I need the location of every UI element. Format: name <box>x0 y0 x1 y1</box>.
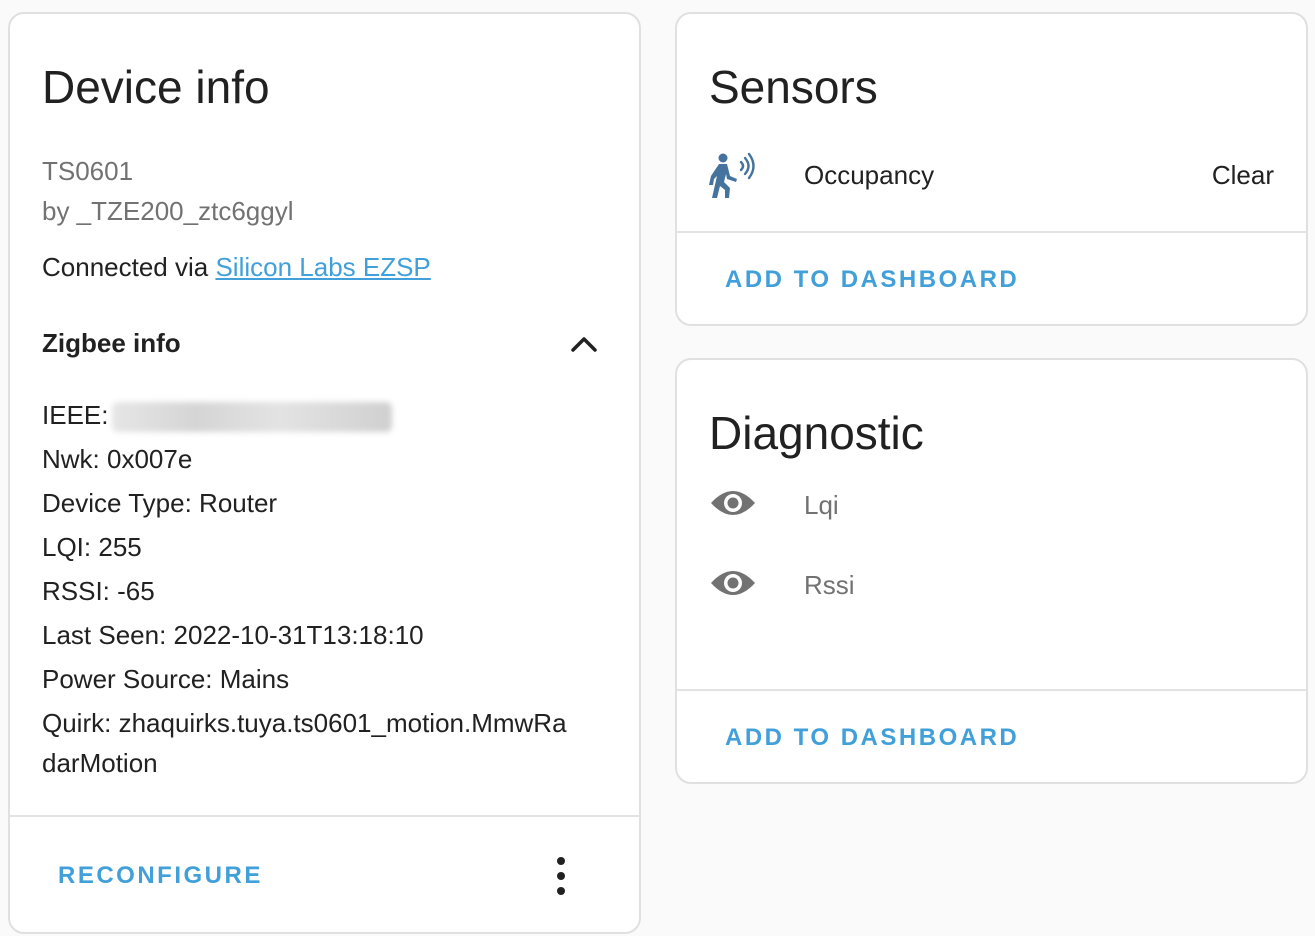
device-model: TS0601 <box>42 156 134 186</box>
add-to-dashboard-button[interactable]: ADD TO DASHBOARD <box>725 724 1019 752</box>
reconfigure-button[interactable]: RECONFIGURE <box>58 862 263 890</box>
device-info-card: Device info TS0601 by _TZE200_ztc6ggyl C… <box>8 12 641 934</box>
zigbee-info-header[interactable]: Zigbee info <box>42 328 181 359</box>
quirk-line-continued: darMotion <box>42 748 158 778</box>
quirk-line: Quirk: zhaquirks.tuya.ts0601_motion.MmwR… <box>42 708 567 738</box>
device-manufacturer: by _TZE200_ztc6ggyl <box>42 196 294 226</box>
sensor-state: Clear <box>1211 160 1274 190</box>
sensor-label: Occupancy <box>804 160 935 190</box>
ieee-redacted-value <box>112 402 393 433</box>
nwk-line: Nwk: 0x007e <box>42 444 193 474</box>
chevron-up-icon[interactable] <box>568 330 600 356</box>
card-divider <box>677 231 1306 233</box>
lqi-line: LQI: 255 <box>42 532 142 562</box>
connected-via-link[interactable]: Silicon Labs EZSP <box>215 252 430 282</box>
rssi-line: RSSI: -65 <box>42 576 155 606</box>
card-divider <box>10 815 639 817</box>
diagnostic-card: Diagnostic Lqi Rssi ADD TO DASHBOARD <box>675 358 1308 784</box>
diagnostic-label-lqi: Lqi <box>804 490 839 520</box>
more-options-icon[interactable] <box>548 854 574 898</box>
diagnostic-label-rssi: Rssi <box>804 570 855 600</box>
card-divider <box>677 689 1306 691</box>
eye-icon <box>711 491 755 515</box>
add-to-dashboard-button[interactable]: ADD TO DASHBOARD <box>725 266 1019 294</box>
connected-via-prefix: Connected via <box>42 252 216 282</box>
sensors-card: Sensors Occupancy Clear ADD TO DASHBOARD <box>675 12 1308 326</box>
connected-via: Connected via Silicon Labs EZSP <box>42 252 431 283</box>
diagnostic-title: Diagnostic <box>709 407 924 459</box>
ieee-label: IEEE: <box>42 400 109 430</box>
device-type-line: Device Type: Router <box>42 488 278 518</box>
device-info-title: Device info <box>42 61 270 113</box>
ieee-line: IEEE: <box>42 400 393 433</box>
motion-sensor-icon <box>709 152 755 198</box>
last-seen-line: Last Seen: 2022-10-31T13:18:10 <box>42 620 424 650</box>
power-source-line: Power Source: Mains <box>42 664 290 694</box>
eye-icon <box>711 571 755 595</box>
sensors-title: Sensors <box>709 61 878 113</box>
